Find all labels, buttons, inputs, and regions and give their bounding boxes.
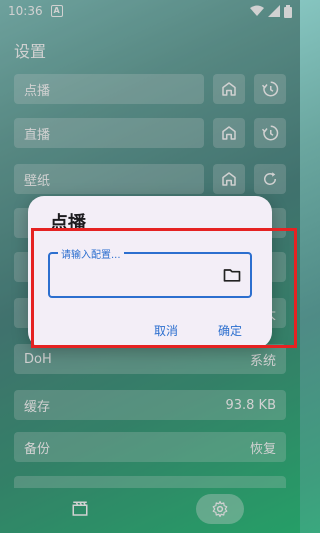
config-input-field[interactable]: 请输入配置... [48,246,252,298]
config-input-label: 请输入配置... [58,246,124,261]
config-dialog: 点播 请输入配置... 取消 确定 [28,196,272,348]
dialog-title: 点播 [50,213,86,234]
config-input[interactable] [58,264,218,286]
dialog-actions: 取消 确定 [154,322,242,339]
cancel-button[interactable]: 取消 [154,322,178,339]
confirm-button[interactable]: 确定 [218,322,242,339]
folder-icon[interactable] [222,265,242,285]
